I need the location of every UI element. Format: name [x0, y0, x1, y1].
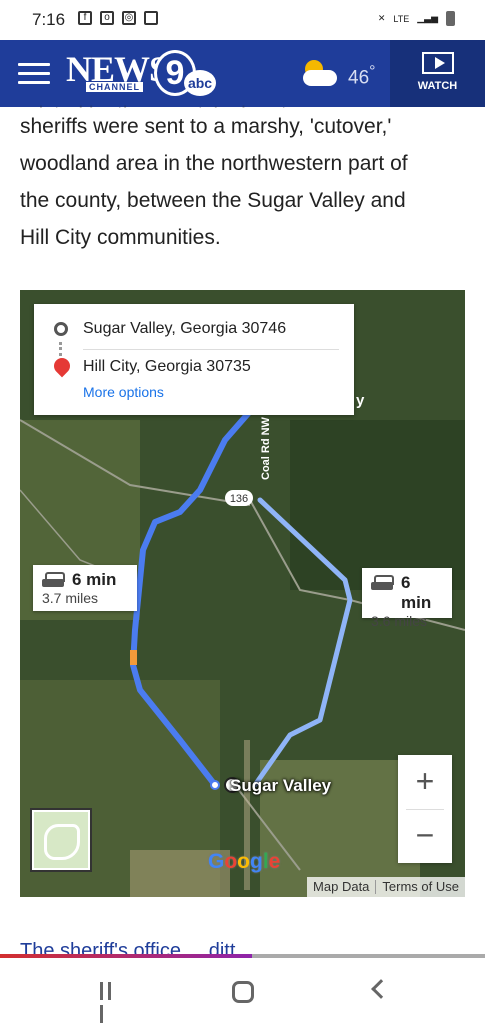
directions-card[interactable]: Sugar Valley, Georgia 30746 Hill City, G…: [34, 304, 354, 415]
destination-pin-icon: [50, 354, 74, 378]
facebook-icon: f: [78, 11, 92, 25]
system-nav-bar: [0, 960, 485, 1024]
origin-icon: [54, 322, 68, 336]
zoom-in-button[interactable]: +: [398, 755, 452, 809]
back-icon[interactable]: [371, 979, 391, 999]
news-channel-logo[interactable]: NEWS CHANNEL 9 abc: [66, 48, 220, 100]
notification-icons: f o ◎: [78, 11, 158, 25]
route-time: 6 min: [72, 570, 117, 589]
partial-place-label: y: [356, 392, 365, 409]
route-option-alternate[interactable]: 6 min 3.6 miles: [362, 568, 452, 629]
road-label: Coal Rd NW: [260, 416, 272, 480]
weather-widget[interactable]: 46°: [295, 58, 385, 92]
terms-of-use-link[interactable]: Terms of Use: [376, 877, 465, 897]
voicemail-icon: o: [100, 11, 114, 25]
map-data-link[interactable]: Map Data: [307, 877, 375, 897]
divider: [83, 349, 339, 350]
map-type-toggle[interactable]: [32, 810, 90, 870]
directions-map[interactable]: 136 Coal Rd NW y Sugar Valley, Georgia 3…: [20, 290, 465, 897]
article-line: the county, between the Sugar Valley and: [20, 189, 406, 212]
zoom-controls: + −: [398, 755, 452, 863]
route-dots-icon: [59, 342, 63, 356]
map-place-label: Sugar Valley: [230, 776, 332, 795]
temperature: 46°: [348, 63, 376, 89]
system-icons: ✕ LTE ▁▃▅: [378, 11, 455, 26]
mute-icon: ✕: [377, 13, 386, 23]
zoom-out-button[interactable]: −: [398, 809, 452, 863]
route-option-selected[interactable]: 6 min 3.7 miles: [33, 565, 137, 611]
status-bar: 7:16 f o ◎ ✕ LTE ▁▃▅: [0, 0, 485, 40]
article-line: sheriffs were sent to a marshy, 'cutover…: [20, 115, 392, 138]
article-body: ralsted by the county's deputy sheriffs …: [20, 96, 470, 256]
battery-icon: [446, 11, 455, 26]
play-icon: [421, 52, 454, 74]
reading-progress-bar: [0, 954, 485, 958]
status-time: 7:16: [32, 10, 66, 29]
watch-label: WATCH: [417, 80, 458, 92]
article-line: woodland area in the northwestern part o…: [20, 152, 408, 175]
route-number-label: 136: [230, 493, 248, 505]
route-time: 6 min: [401, 573, 432, 612]
map-attribution: Map Data Terms of Use: [307, 877, 465, 897]
recents-icon[interactable]: [100, 982, 120, 1023]
more-options-link[interactable]: More options: [83, 384, 164, 400]
cloud-icon: [303, 70, 337, 86]
logo-channel-text: CHANNEL: [86, 82, 143, 92]
google-logo: Google: [208, 850, 281, 873]
car-icon: [371, 574, 394, 590]
signal-icon: ▁▃▅: [417, 13, 438, 23]
image-icon: [144, 11, 158, 25]
origin-text[interactable]: Sugar Valley, Georgia 30746: [83, 320, 286, 338]
menu-icon[interactable]: [18, 63, 50, 85]
chrome-icon: ◎: [122, 11, 136, 25]
route-distance: 3.6 miles: [371, 613, 428, 629]
divider: [406, 809, 444, 810]
network-type: LTE: [393, 13, 410, 24]
route-distance: 3.7 miles: [42, 590, 99, 606]
article-partial-line: ralsted by the county's deputy: [20, 96, 470, 108]
logo-network: abc: [184, 70, 216, 96]
destination-text[interactable]: Hill City, Georgia 30735: [83, 358, 251, 376]
home-icon[interactable]: [232, 981, 254, 1003]
article-line: Hill City communities.: [20, 226, 221, 249]
car-icon: [42, 571, 65, 587]
